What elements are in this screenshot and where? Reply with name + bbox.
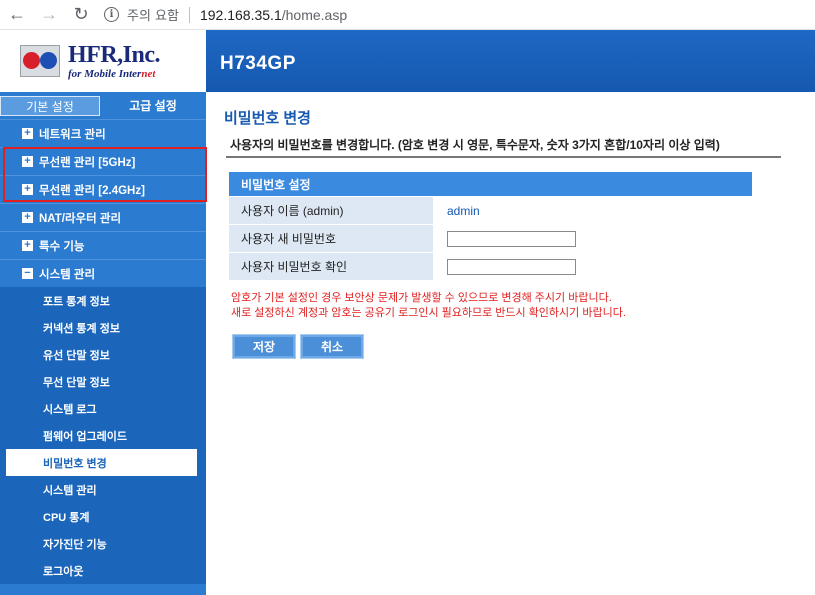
- tab-basic-settings[interactable]: 기본 설정: [0, 96, 100, 116]
- sidebar-item-label: 무선랜 관리 [2.4GHz]: [39, 184, 145, 197]
- main-content: 비밀번호 변경 사용자의 비밀번호를 변경합니다. (암호 변경 시 영문, 특…: [206, 92, 815, 595]
- cancel-button[interactable]: 취소: [300, 334, 364, 359]
- minus-icon: −: [22, 268, 33, 279]
- warning-text: 암호가 기본 설정인 경우 보안상 문제가 발생할 수 있으므로 변경해 주시기…: [231, 291, 626, 321]
- sidebar-item-nat-router[interactable]: + NAT/라우터 관리: [0, 203, 206, 231]
- model-title: H734GP: [220, 53, 296, 74]
- brand-logo: HFR,Inc. for Mobile Internet: [0, 30, 206, 92]
- new-password-cell: [433, 225, 752, 252]
- page-title: 비밀번호 변경: [224, 110, 311, 127]
- url-text[interactable]: 192.168.35.1/home.asp: [200, 7, 347, 23]
- address-bar[interactable]: i 주의 요함 192.168.35.1/home.asp: [104, 4, 347, 26]
- warning-line-2: 새로 설정하신 계정과 암호는 공유기 로그인시 필요하므로 반드시 확인하시기…: [231, 307, 626, 319]
- address-divider: [188, 6, 190, 23]
- browser-toolbar: ← → ↻ i 주의 요함 192.168.35.1/home.asp: [0, 0, 815, 30]
- reload-icon[interactable]: ↻: [70, 4, 92, 26]
- header-band: H734GP: [206, 30, 815, 92]
- brand-tagline-accent: net: [141, 67, 156, 80]
- url-path: /home.asp: [281, 6, 348, 23]
- submenu-port-stats[interactable]: 포트 통계 정보: [0, 287, 206, 314]
- new-password-input[interactable]: [447, 230, 576, 247]
- submenu-system-management[interactable]: 시스템 관리: [0, 476, 206, 503]
- sidebar-item-system[interactable]: − 시스템 관리: [0, 259, 206, 287]
- tab-advanced-settings[interactable]: 고급 설정: [100, 92, 206, 119]
- section-header: 비밀번호 설정: [229, 172, 752, 196]
- submenu-connection-stats[interactable]: 커넥션 통계 정보: [0, 314, 206, 341]
- confirm-password-label: 사용자 비밀번호 확인: [229, 253, 433, 280]
- security-label[interactable]: 주의 요함: [127, 5, 179, 24]
- sidebar-item-wireless-24ghz[interactable]: + 무선랜 관리 [2.4GHz]: [0, 175, 206, 203]
- brand-tagline-main: for Mobile Inter: [68, 67, 142, 80]
- submenu-self-diagnosis[interactable]: 자가진단 기능: [0, 530, 206, 557]
- table-row: 사용자 비밀번호 확인: [229, 253, 752, 280]
- plus-icon: +: [22, 156, 33, 167]
- system-submenu: 포트 통계 정보 커넥션 통계 정보 유선 단말 정보 무선 단말 정보 시스템…: [0, 287, 206, 584]
- forward-arrow-icon[interactable]: →: [38, 4, 60, 26]
- plus-icon: +: [22, 184, 33, 195]
- brand-name: HFR,Inc.: [68, 41, 161, 68]
- username-value: admin: [433, 197, 752, 224]
- submenu-wired-devices[interactable]: 유선 단말 정보: [0, 341, 206, 368]
- plus-icon: +: [22, 240, 33, 251]
- sidebar-item-label: 네트워크 관리: [39, 128, 106, 141]
- brand-tagline: for Mobile Internet: [68, 67, 160, 80]
- sidebar-menu: + 네트워크 관리 + 무선랜 관리 [5GHz] + 무선랜 관리 [2.4GHz]…: [0, 119, 206, 287]
- new-password-label: 사용자 새 비밀번호: [229, 225, 433, 252]
- submenu-firmware-upgrade[interactable]: 펌웨어 업그레이드: [0, 422, 206, 449]
- page-description: 사용자의 비밀번호를 변경합니다. (암호 변경 시 영문, 특수문자, 숫자 …: [230, 138, 720, 152]
- submenu-wireless-devices[interactable]: 무선 단말 정보: [0, 368, 206, 395]
- sidebar-item-network[interactable]: + 네트워크 관리: [0, 119, 206, 147]
- hfr-logo-icon: [20, 45, 60, 77]
- plus-icon: +: [22, 212, 33, 223]
- back-arrow-icon[interactable]: ←: [6, 4, 28, 26]
- sidebar-item-label: NAT/라우터 관리: [39, 212, 122, 225]
- submenu-system-log[interactable]: 시스템 로그: [0, 395, 206, 422]
- table-row: 사용자 이름 (admin) admin: [229, 197, 752, 224]
- sidebar-item-wireless-5ghz[interactable]: + 무선랜 관리 [5GHz]: [0, 147, 206, 175]
- submenu-change-password[interactable]: 비밀번호 변경: [6, 449, 197, 476]
- confirm-password-cell: [433, 253, 752, 280]
- sidebar-item-label: 특수 기능: [39, 240, 85, 253]
- sidebar-item-special[interactable]: + 특수 기능: [0, 231, 206, 259]
- table-row: 사용자 새 비밀번호: [229, 225, 752, 252]
- username-label: 사용자 이름 (admin): [229, 197, 433, 224]
- sidebar-item-label: 시스템 관리: [39, 268, 96, 281]
- submenu-logout[interactable]: 로그아웃: [0, 557, 206, 584]
- plus-icon: +: [22, 128, 33, 139]
- submenu-cpu-stats[interactable]: CPU 통계: [0, 503, 206, 530]
- warning-line-1: 암호가 기본 설정인 경우 보안상 문제가 발생할 수 있으므로 변경해 주시기…: [231, 292, 612, 304]
- save-button[interactable]: 저장: [232, 334, 296, 359]
- sidebar-item-label: 무선랜 관리 [5GHz]: [39, 156, 136, 169]
- sidebar: 기본 설정 고급 설정 + 네트워크 관리 + 무선랜 관리 [5GHz] + 무선랜…: [0, 92, 206, 595]
- password-settings-table: 비밀번호 설정 사용자 이름 (admin) admin 사용자 새 비밀번호 …: [229, 172, 752, 280]
- url-host: 192.168.35.1: [199, 6, 282, 23]
- confirm-password-input[interactable]: [447, 258, 576, 275]
- divider: [226, 156, 781, 158]
- info-icon[interactable]: i: [104, 7, 119, 22]
